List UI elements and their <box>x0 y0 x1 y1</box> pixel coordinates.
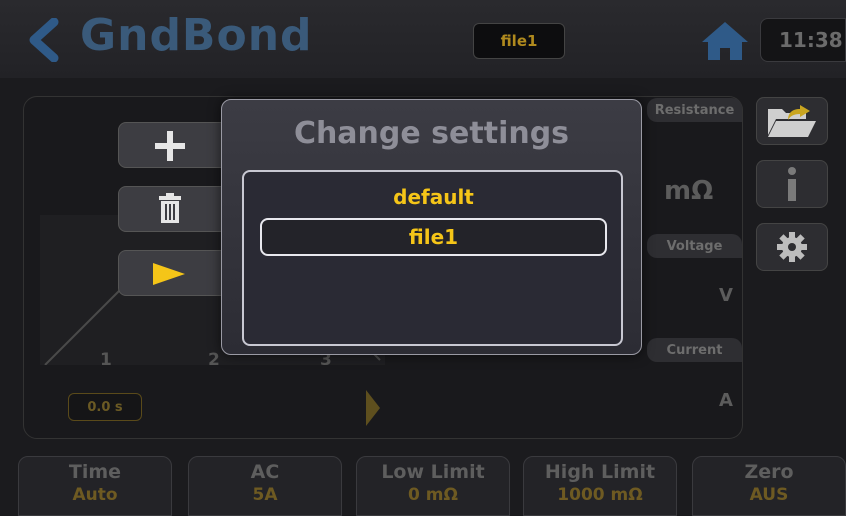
list-item-default[interactable]: default <box>260 178 607 216</box>
gear-icon <box>777 232 807 262</box>
param-value: Auto <box>72 485 118 505</box>
page-title: GndBond <box>80 10 313 61</box>
resistance-tab: Resistance <box>647 98 742 122</box>
low-limit-param[interactable]: Low Limit 0 mΩ <box>356 456 510 516</box>
param-value: 0 mΩ <box>408 485 458 505</box>
add-button[interactable] <box>118 122 228 168</box>
x-tick: 2 <box>208 350 220 370</box>
header-bar: GndBond file1 11:38 <box>0 0 846 78</box>
current-tab: Current <box>647 338 742 362</box>
info-button[interactable] <box>756 160 828 208</box>
param-value: AUS <box>749 485 789 505</box>
high-limit-param[interactable]: High Limit 1000 mΩ <box>523 456 677 516</box>
list-item-file1[interactable]: file1 <box>260 218 607 256</box>
time-badge[interactable]: 0.0 s <box>68 393 142 421</box>
resistance-unit: mΩ <box>664 176 714 206</box>
param-value: 5A <box>252 485 278 505</box>
next-arrow-icon[interactable] <box>366 390 380 426</box>
run-button[interactable] <box>118 250 228 296</box>
delete-button[interactable] <box>118 186 228 232</box>
open-folder-button[interactable] <box>756 97 828 145</box>
voltage-tab: Voltage <box>647 234 742 258</box>
x-tick: 1 <box>100 350 112 370</box>
param-label: AC <box>250 461 280 483</box>
ac-param[interactable]: AC 5A <box>188 456 342 516</box>
param-value: 1000 mΩ <box>557 485 643 505</box>
clock: 11:38 <box>760 18 846 62</box>
plus-icon <box>155 131 185 161</box>
home-icon[interactable] <box>700 20 750 62</box>
param-label: High Limit <box>544 461 656 483</box>
voltage-unit: V <box>719 285 733 306</box>
dialog-title: Change settings <box>293 116 570 151</box>
trash-icon <box>159 193 181 223</box>
play-icon <box>153 263 185 285</box>
file-badge[interactable]: file1 <box>473 23 565 59</box>
info-icon <box>788 167 796 201</box>
folder-export-icon <box>768 105 816 137</box>
zero-param[interactable]: Zero AUS <box>692 456 846 516</box>
settings-button[interactable] <box>756 223 828 271</box>
back-chevron-icon[interactable] <box>24 18 64 62</box>
change-settings-dialog: Change settings default file1 <box>221 99 642 355</box>
settings-file-list[interactable]: default file1 <box>242 170 623 346</box>
param-label: Zero <box>744 461 794 483</box>
time-param[interactable]: Time Auto <box>18 456 172 516</box>
param-label: Time <box>68 461 122 483</box>
current-unit: A <box>719 390 733 411</box>
param-label: Low Limit <box>381 461 485 483</box>
